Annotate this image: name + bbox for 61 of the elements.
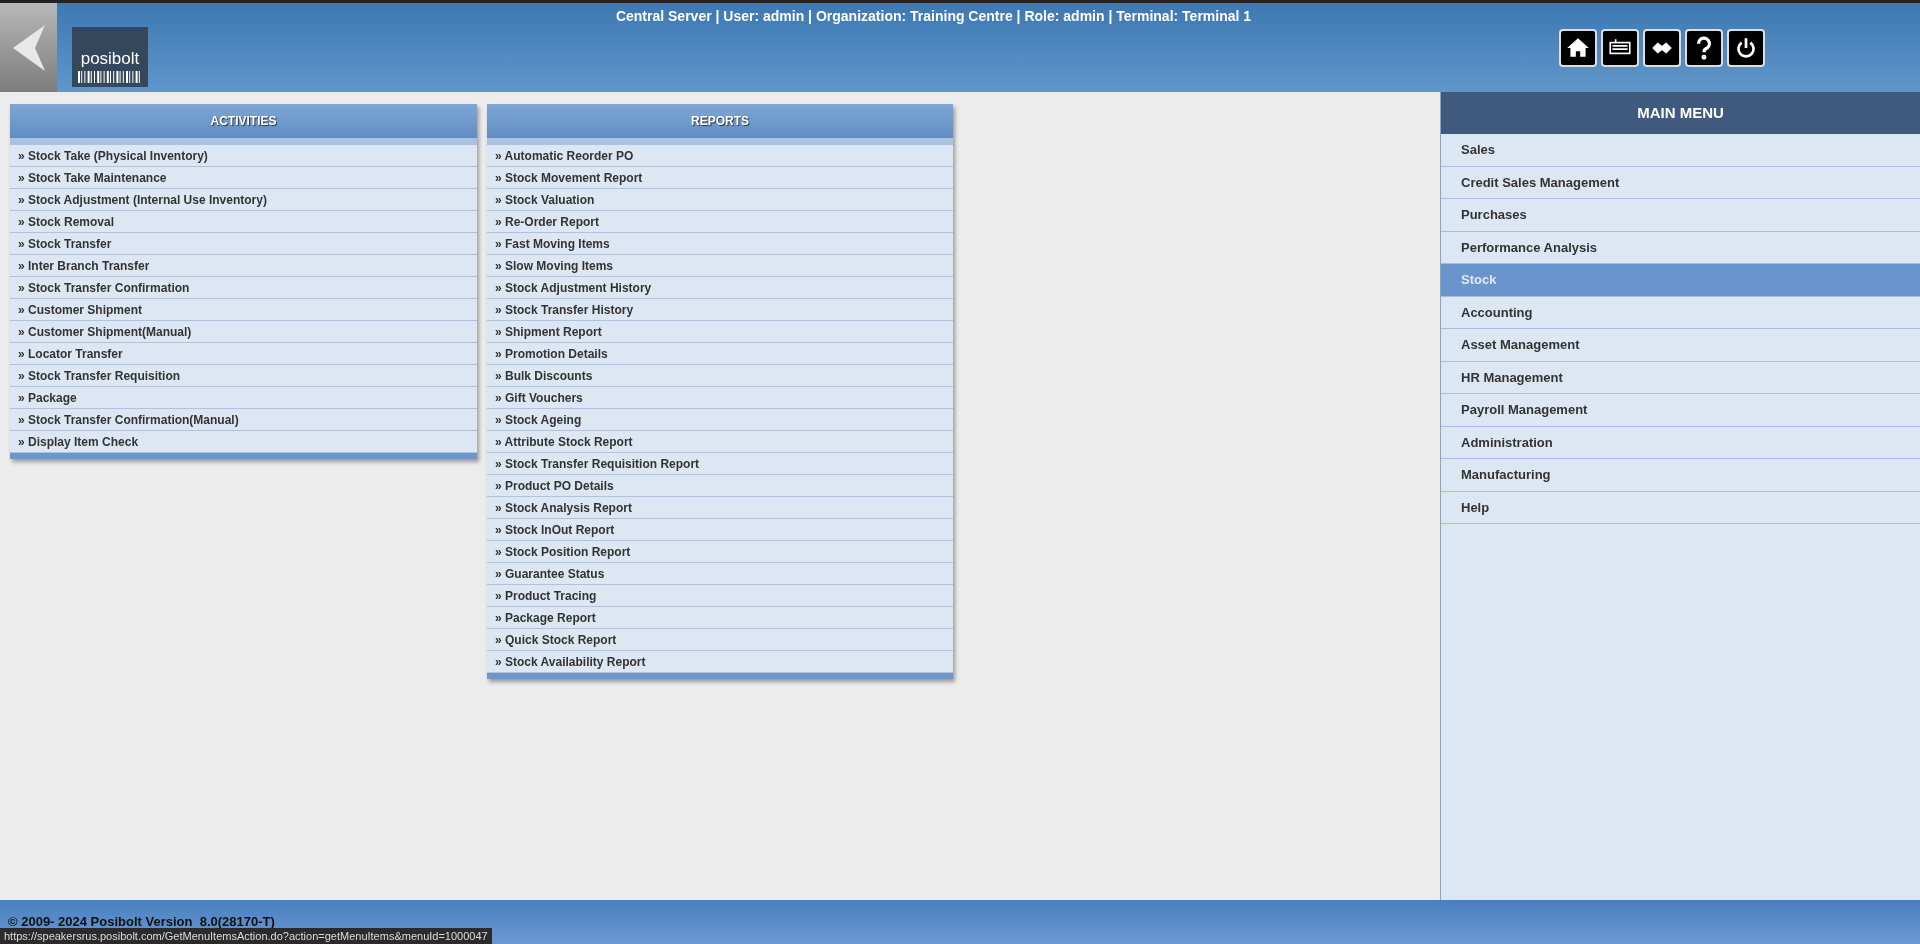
panel-link[interactable]: » Stock Transfer Confirmation(Manual)	[10, 409, 477, 431]
main-menu-item[interactable]: Sales	[1441, 134, 1920, 167]
panel-link[interactable]: » Stock Position Report	[487, 541, 953, 563]
status-url: https://speakersrus.posibolt.com/GetMenuItemsAction.do?action=getMenuItems&menuId=1000047	[0, 928, 492, 944]
panel-link[interactable]: » Attribute Stock Report	[487, 431, 953, 453]
main-menu-item[interactable]: Purchases	[1441, 199, 1920, 232]
panel-link[interactable]: » Stock Adjustment History	[487, 277, 953, 299]
panel-link[interactable]: » Stock Removal	[10, 211, 477, 233]
main-menu-title: MAIN MENU	[1441, 92, 1920, 134]
toolbar-button[interactable]	[1685, 29, 1723, 67]
panel-link[interactable]: » Product PO Details	[487, 475, 953, 497]
panel-link[interactable]: » Stock Transfer	[10, 233, 477, 255]
main-menu-item[interactable]: Accounting	[1441, 296, 1920, 329]
main-menu-item[interactable]: HR Management	[1441, 361, 1920, 394]
panel-link[interactable]: » Gift Vouchers	[487, 387, 953, 409]
panel-link[interactable]: » Bulk Discounts	[487, 365, 953, 387]
panel-link[interactable]: » Inter Branch Transfer	[10, 255, 477, 277]
panel-link[interactable]: » Stock Transfer Requisition	[10, 365, 477, 387]
panel-link[interactable]: » Stock Adjustment (Internal Use Inventory)	[10, 189, 477, 211]
panel-link[interactable]: » Stock InOut Report	[487, 519, 953, 541]
panel-link[interactable]: » Stock Transfer History	[487, 299, 953, 321]
panel-link[interactable]: » Customer Shipment(Manual)	[10, 321, 477, 343]
panel-title: REPORTS	[487, 104, 953, 145]
panel-link[interactable]: » Stock Ageing	[487, 409, 953, 431]
main-menu-item[interactable]: Credit Sales Management	[1441, 166, 1920, 199]
toolbar-button[interactable]	[1601, 29, 1639, 67]
panel-link[interactable]: » Package Report	[487, 607, 953, 629]
barcode-icon	[78, 71, 142, 83]
panel-link[interactable]: » Stock Valuation	[487, 189, 953, 211]
panel-link[interactable]: » Stock Transfer Requisition Report	[487, 453, 953, 475]
panel-link[interactable]: » Customer Shipment	[10, 299, 477, 321]
panel-link[interactable]: » Shipment Report	[487, 321, 953, 343]
session-info: Central Server | User: admin | Organization: Training Centre | Role: admin | Terminal: Terminal 1	[615, 7, 1252, 26]
main-menu-item[interactable]: Manufacturing	[1441, 459, 1920, 492]
panel-title: ACTIVITIES	[10, 104, 477, 145]
panel-link[interactable]: » Stock Take Maintenance	[10, 167, 477, 189]
panel-link[interactable]: » Re-Order Report	[487, 211, 953, 233]
toolbar-button[interactable]	[1727, 29, 1765, 67]
back-button[interactable]	[0, 3, 57, 92]
panel-link[interactable]: » Guarantee Status	[487, 563, 953, 585]
panel-link[interactable]: » Stock Take (Physical Inventory)	[10, 145, 477, 167]
panel-link[interactable]: » Display Item Check	[10, 431, 477, 453]
panel-link[interactable]: » Locator Transfer	[10, 343, 477, 365]
panel-link[interactable]: » Stock Movement Report	[487, 167, 953, 189]
main-menu-item[interactable]: Asset Management	[1441, 329, 1920, 362]
panel-link[interactable]: » Fast Moving Items	[487, 233, 953, 255]
main-menu-item[interactable]: Payroll Management	[1441, 394, 1920, 427]
panel-link[interactable]: » Product Tracing	[487, 585, 953, 607]
panel-link[interactable]: » Slow Moving Items	[487, 255, 953, 277]
panel-link[interactable]: » Promotion Details	[487, 343, 953, 365]
panel-link[interactable]: » Stock Analysis Report	[487, 497, 953, 519]
toolbar-button[interactable]	[1559, 29, 1597, 67]
main-menu-item[interactable]: Help	[1441, 491, 1920, 524]
panel-link[interactable]: » Quick Stock Report	[487, 629, 953, 651]
panel-link[interactable]: » Automatic Reorder PO	[487, 145, 953, 167]
panel-link[interactable]: » Stock Availability Report	[487, 651, 953, 673]
logo-text: posibolt	[80, 47, 140, 70]
toolbar-button[interactable]	[1643, 29, 1681, 67]
panel-link[interactable]: » Package	[10, 387, 477, 409]
main-menu-item[interactable]: Administration	[1441, 426, 1920, 459]
panel-link[interactable]: » Stock Transfer Confirmation	[10, 277, 477, 299]
